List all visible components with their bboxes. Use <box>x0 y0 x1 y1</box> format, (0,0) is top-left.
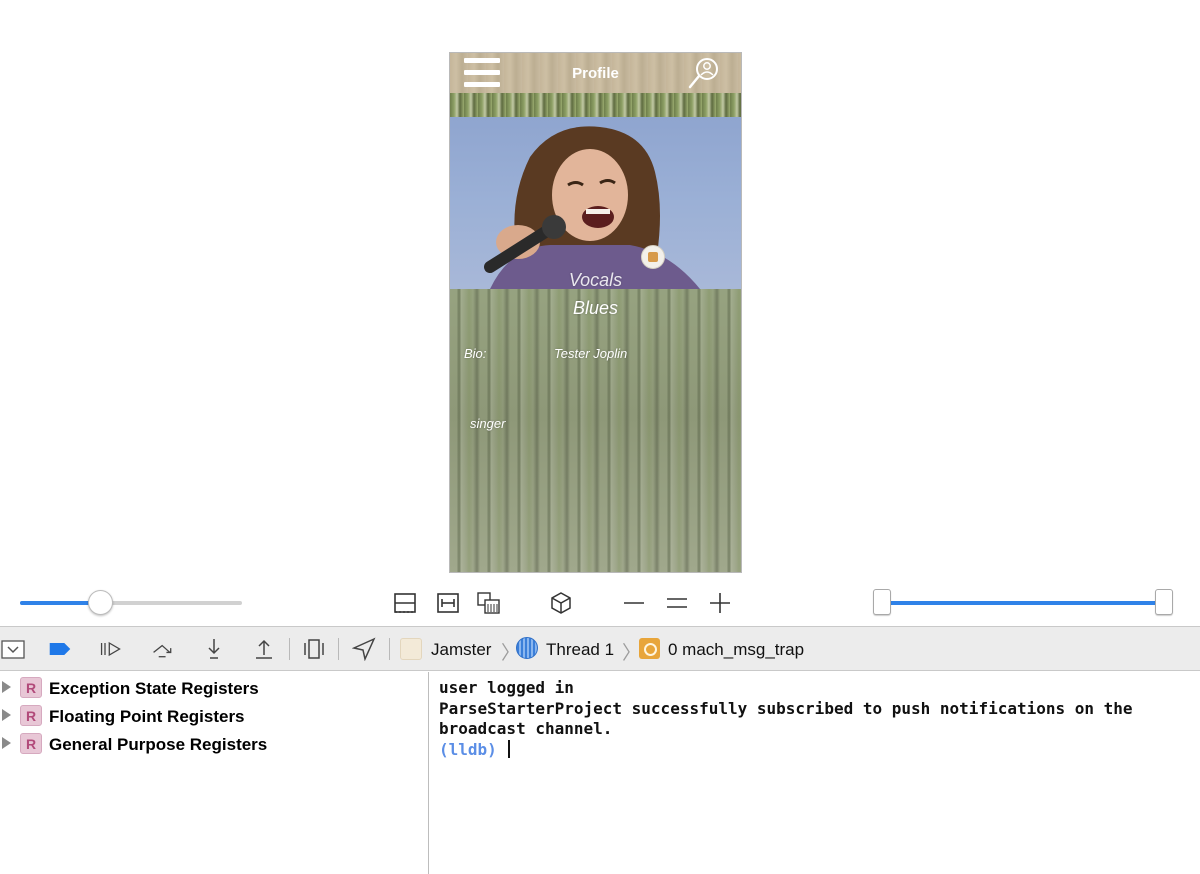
breadcrumb-frame[interactable]: 0 mach_msg_trap <box>668 640 804 660</box>
phone-screen: Profile Vocals Blues Bio: Tester Joplin … <box>449 52 742 573</box>
text-cursor <box>508 739 511 758</box>
step-out-icon[interactable] <box>252 637 276 661</box>
register-group-label: General Purpose Registers <box>49 735 268 754</box>
instrument-label: Vocals <box>568 270 623 290</box>
bio-label: Bio: <box>464 346 487 361</box>
zoom-slider-knob[interactable] <box>87 590 113 615</box>
console-output-line: ParseStarterProject successfully subscri… <box>439 698 1133 718</box>
console-input-line[interactable]: (lldb) <box>439 739 1200 761</box>
toolbar-separator <box>338 638 339 660</box>
continue-icon[interactable] <box>99 637 123 661</box>
debug-toolbar: Jamster 〉 Thread 1 〉 0 mach_msg_trap <box>0 626 1200 671</box>
debug-console[interactable]: user logged in ParseStarterProject succe… <box>430 672 1200 874</box>
step-over-icon[interactable] <box>151 637 175 661</box>
debug-view-hierarchy-icon[interactable] <box>302 637 326 661</box>
breakpoints-toggle-icon[interactable] <box>48 637 72 661</box>
disclosure-triangle-icon[interactable] <box>2 737 11 749</box>
camera-icon[interactable] <box>641 245 665 269</box>
fit-width-icon[interactable] <box>435 590 461 616</box>
singer-photo-image <box>484 126 700 289</box>
name-label: Tester Joplin <box>554 346 628 361</box>
toolbar-separator <box>389 638 390 660</box>
range-slider-start-knob[interactable] <box>873 589 891 615</box>
memory-grid-icon[interactable] <box>476 590 502 616</box>
register-badge: R <box>20 705 42 726</box>
console-output-line: user logged in <box>439 678 574 697</box>
profile-photo[interactable] <box>450 117 741 289</box>
range-slider[interactable] <box>873 589 1173 615</box>
3d-box-icon[interactable] <box>548 590 574 616</box>
register-badge: R <box>20 733 42 754</box>
register-badge: R <box>20 677 42 698</box>
simulator-view: Profile Vocals Blues Bio: Tester Joplin … <box>0 0 1200 585</box>
phone-navbar: Profile <box>450 53 741 93</box>
genre-label: Blues <box>572 298 619 318</box>
minus-icon[interactable] <box>621 590 647 616</box>
register-group-label: Exception State Registers <box>49 679 259 698</box>
profile-search-icon[interactable] <box>687 56 721 90</box>
register-group-row[interactable]: R General Purpose Registers <box>0 733 429 757</box>
decorative-grass-strip <box>450 93 741 117</box>
stack-frame-icon <box>639 638 660 659</box>
app-target-icon <box>400 638 422 660</box>
breadcrumb-thread[interactable]: Thread 1 <box>546 640 614 660</box>
simulator-controls-bar <box>0 585 1200 626</box>
register-group-row[interactable]: R Floating Point Registers <box>0 705 429 729</box>
range-slider-end-knob[interactable] <box>1155 589 1173 615</box>
zoom-slider[interactable] <box>20 590 242 615</box>
equals-icon[interactable] <box>664 590 690 616</box>
plus-icon[interactable] <box>707 590 733 616</box>
step-into-icon[interactable] <box>202 637 226 661</box>
register-group-label: Floating Point Registers <box>49 707 245 726</box>
toolbar-separator <box>289 638 290 660</box>
variables-panel: R Exception State Registers R Floating P… <box>0 672 429 874</box>
split-view-icon[interactable] <box>392 590 418 616</box>
disclosure-triangle-icon[interactable] <box>2 681 11 693</box>
console-output-line: broadcast channel. <box>439 719 613 738</box>
register-group-row[interactable]: R Exception State Registers <box>0 677 429 701</box>
disclosure-triangle-icon[interactable] <box>2 709 11 721</box>
thread-icon <box>516 637 538 659</box>
bio-text: singer <box>470 416 506 431</box>
hide-debug-area-icon[interactable] <box>1 637 25 661</box>
breadcrumb-process[interactable]: Jamster <box>431 640 491 660</box>
simulate-location-icon[interactable] <box>352 637 376 661</box>
console-prompt: (lldb) <box>439 739 497 759</box>
